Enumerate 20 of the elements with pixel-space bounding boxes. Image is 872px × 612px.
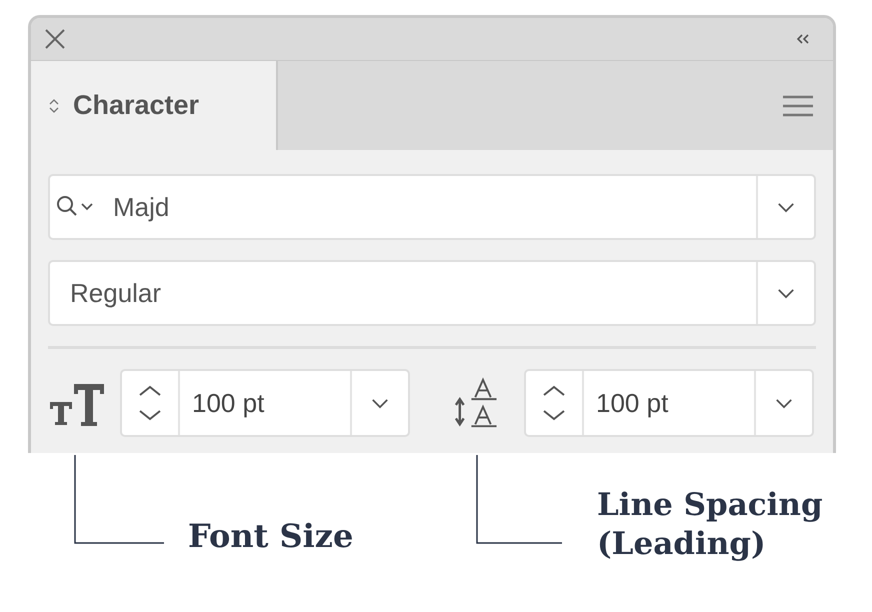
font-style-value: Regular — [70, 276, 162, 310]
callout-label: Line Spacing (Leading) — [597, 486, 824, 564]
close-button[interactable] — [43, 27, 67, 51]
sort-icon — [49, 98, 59, 114]
chevron-down-icon — [371, 398, 389, 408]
font-family-value: Majd — [113, 190, 170, 224]
font-size-field[interactable]: 100 pt — [120, 369, 410, 437]
leading-field[interactable]: 100 pt — [524, 369, 814, 437]
font-style-dropdown[interactable]: Regular — [48, 260, 816, 326]
chevron-down-icon — [777, 202, 795, 212]
font-size-value: 100 pt — [192, 386, 266, 420]
chevron-down-icon — [775, 398, 793, 408]
stepper-icon[interactable] — [542, 385, 566, 421]
stepper-icon[interactable] — [138, 385, 162, 421]
font-family-dropdown[interactable]: Majd — [48, 174, 816, 240]
leading-value: 100 pt — [596, 386, 670, 420]
chevron-down-icon — [777, 288, 795, 298]
menu-button[interactable] — [783, 94, 813, 116]
panel-tab[interactable]: Character — [31, 61, 278, 150]
callout-label: Font Size — [188, 516, 354, 557]
